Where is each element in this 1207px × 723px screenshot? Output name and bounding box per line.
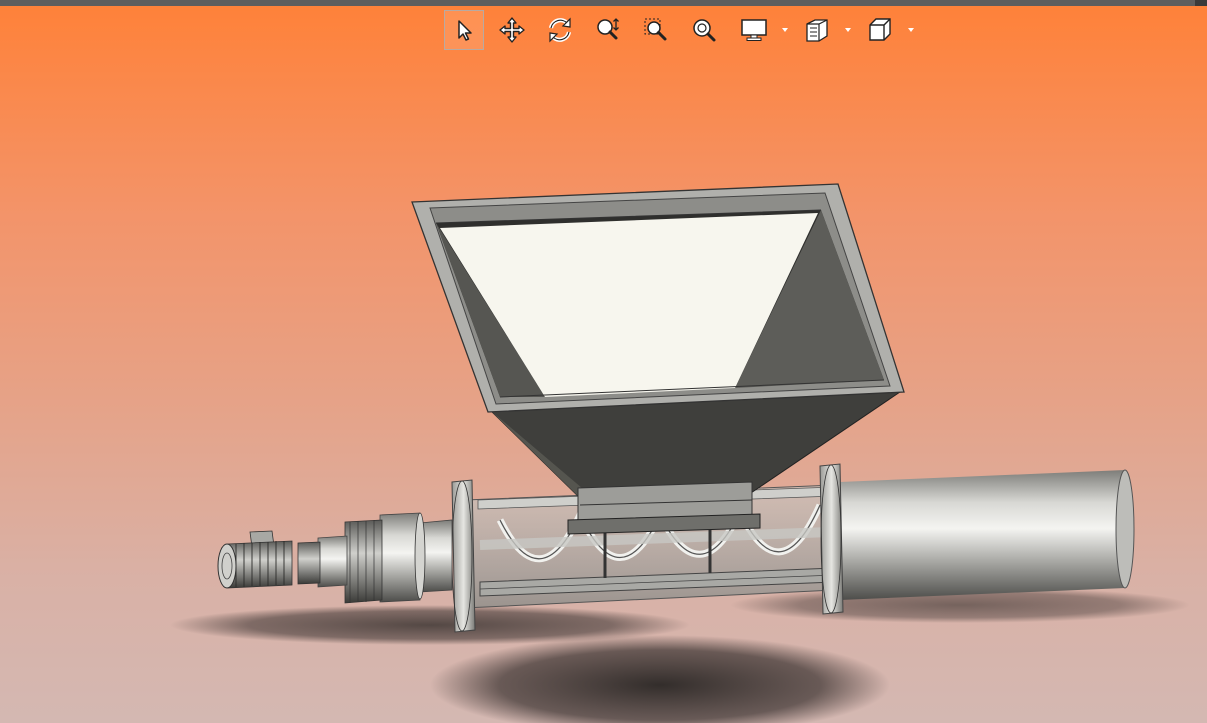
cad-viewport[interactable] [0, 0, 1207, 723]
screw-conveyor-model[interactable] [0, 0, 1207, 723]
inlet-flange [451, 479, 476, 633]
outlet-flange [819, 463, 844, 615]
model-shadow [430, 635, 890, 723]
drive-motor [217, 530, 293, 589]
discharge-tube [840, 469, 1135, 600]
bearing-housing [297, 512, 453, 604]
